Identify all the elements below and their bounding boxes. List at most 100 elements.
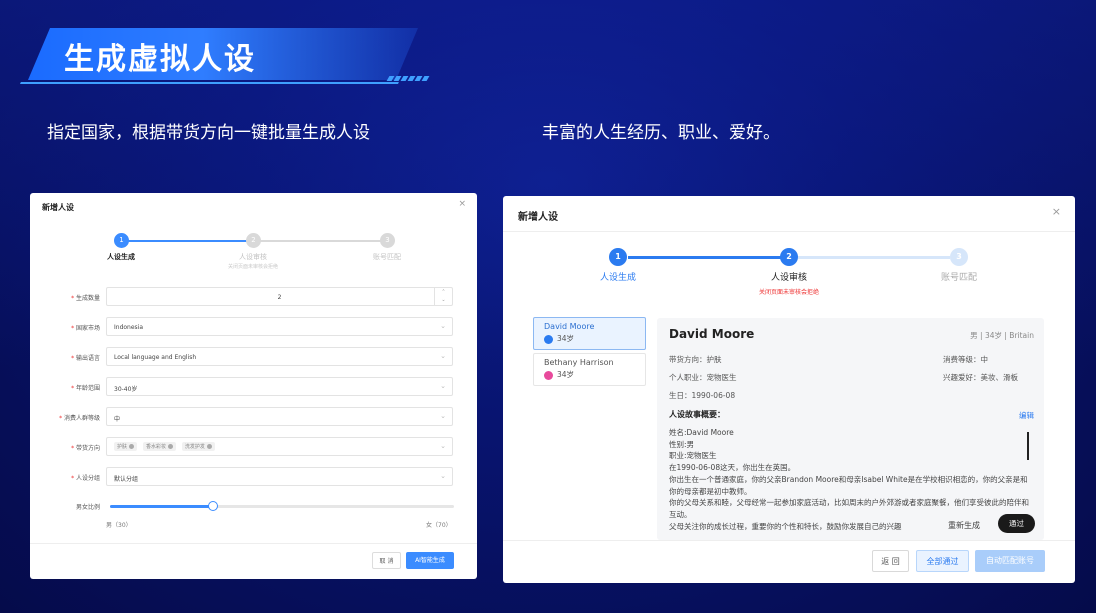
person-name: David Moore [544,322,595,331]
subtitle-right: 丰富的人生经历、职业、爱好。 [542,123,780,143]
back-button[interactable]: 返 回 [872,550,909,572]
market-value: Indonesia [114,324,144,331]
detail-name: David Moore [669,327,755,341]
language-row: * 输出语言 Local language and English ⌄ [30,347,477,367]
age-label: 年龄范围 [75,385,100,392]
ratio-slider-fill [110,505,214,508]
dialog-title: 新增人设 [42,203,74,212]
male-ratio-label: 男（30） [106,522,132,529]
story-line: 职业:宠物医生 [669,451,717,461]
step-2-dot: 2 [246,233,261,248]
direction-tag[interactable]: 护肤 [114,442,138,451]
chevron-down-icon: ⌄ [440,382,446,390]
step-1-label: 人设生成 [599,273,636,283]
dialog-footer: 取 消 AI智能生成 [30,543,477,579]
detail-direction: 带货方向：护肤 [669,355,722,364]
consumer-select[interactable]: 中 ⌄ [106,407,453,426]
direction-tag[interactable]: 洗发护发 [181,442,215,451]
step-line-1 [128,240,253,242]
step-3-label: 账号匹配 [373,253,401,261]
ratio-label: 男女比例 [75,504,100,511]
scrollbar-thumb[interactable] [1027,432,1029,460]
story-line: 性别:男 [669,439,695,449]
person-age: 34岁 [557,370,575,379]
step-line-2 [798,256,950,259]
pass-all-button[interactable]: 全部通过 [916,550,969,572]
market-select[interactable]: Indonesia ⌄ [106,317,453,336]
person-card[interactable]: David Moore 34岁 [533,317,646,350]
count-row: * 生成数量 2 ⌃ ⌄ [30,287,477,307]
person-name: Bethany Harrison [544,358,614,367]
slide-title: 生成虚拟人设 [64,42,256,77]
story-line: 你出生在一个普通家庭，你的父亲Brandon Moore和母亲Isabel Wh… [669,474,1028,496]
close-icon[interactable]: × [458,199,466,209]
story-line: 在1990-06-08这天，你出生在英国。 [669,463,796,473]
detail-meta: 男 | 34岁 | Britain [970,331,1034,340]
add-persona-dialog-right: 新增人设 × 1 2 3 人设生成 人设审核 关闭页面未审核会拒绝 账号匹配 D… [503,196,1075,583]
banner-stripes [386,76,430,81]
count-stepper[interactable]: 2 ⌃ ⌄ [106,287,453,306]
age-row: * 年龄范围 30-40岁 ⌄ [30,377,477,397]
chevron-down-icon: ⌄ [440,442,446,450]
detail-consumer-level: 消费等级：中 [943,355,988,364]
group-label: 人设分组 [75,475,100,482]
ai-generate-button[interactable]: AI智能生成 [406,552,454,569]
detail-occupation: 个人职业：宠物医生 [669,373,737,382]
direction-label: 带货方向 [75,445,100,452]
close-icon[interactable]: × [1052,205,1061,218]
language-value: Local language and English [114,354,197,361]
direction-row: * 带货方向 护肤 香水彩妆 洗发护发 ⌄ [30,437,477,457]
step-1-label: 人设生成 [107,253,135,261]
persona-detail: David Moore 男 | 34岁 | Britain 带货方向：护肤 消费… [657,318,1044,540]
chevron-down-icon: ⌄ [440,412,446,420]
step-2-dot: 2 [780,248,798,266]
person-card[interactable]: Bethany Harrison 34岁 [533,353,646,386]
regenerate-button[interactable]: 重新生成 [944,518,984,533]
language-label: 输出语言 [75,355,100,362]
direction-tag[interactable]: 香水彩妆 [142,442,176,451]
story-line: 姓名:David Moore [669,428,734,437]
subtitle-left: 指定国家，根据带货方向一键批量生成人设 [47,123,370,143]
step-3-label: 账号匹配 [940,273,977,283]
dialog-title: 新增人设 [518,212,558,223]
ratio-slider-thumb[interactable] [208,501,219,511]
step-2-hint: 关闭页面未审核会拒绝 [227,264,278,270]
language-select[interactable]: Local language and English ⌄ [106,347,453,366]
detail-birthday: 生日：1990-06-08 [669,391,736,400]
step-2-hint: 关闭页面未审核会拒绝 [758,289,819,296]
detail-hobbies: 兴趣爱好：美妆、滑板 [943,373,1018,382]
chevron-down-icon: ⌄ [440,472,446,480]
direction-multiselect[interactable]: 护肤 香水彩妆 洗发护发 ⌄ [106,437,453,456]
market-row: * 国家市场 Indonesia ⌄ [30,317,477,337]
female-ratio-label: 女（70） [426,522,452,529]
group-row: * 人设分组 默认分组 ⌄ [30,467,477,487]
auto-match-button[interactable]: 自动匹配账号 [975,550,1045,572]
consumer-value: 中 [114,416,121,423]
dialog-footer: 返 回 全部通过 自动匹配账号 [503,540,1075,583]
step-1-dot: 1 [609,248,627,266]
story-section-title: 人设故事概要： [669,410,725,419]
female-icon [544,370,553,380]
ratio-slider[interactable] [110,501,454,511]
step-2-label: 人设审核 [770,273,807,283]
age-value: 30-40岁 [114,386,138,393]
count-value: 2 [277,294,282,301]
step-3-dot: 3 [380,233,395,248]
group-select[interactable]: 默认分组 ⌄ [106,467,453,486]
chevron-down-icon: ⌄ [440,322,446,330]
pass-button[interactable]: 通过 [998,514,1035,533]
cancel-button[interactable]: 取 消 [372,552,401,569]
step-3-dot: 3 [950,248,968,266]
add-persona-dialog-left: 新增人设 × 1 2 3 人设生成 人设审核 关闭页面未审核会拒绝 账号匹配 *… [30,193,477,579]
edit-link[interactable]: 编辑 [1019,410,1034,421]
count-label: 生成数量 [75,295,100,302]
step-2-label: 人设审核 [239,253,267,261]
consumer-row: * 消费人群等级 中 ⌄ [30,407,477,427]
stepper-arrows[interactable]: ⌃ ⌄ [434,288,452,305]
step-line-1 [628,256,788,259]
age-select[interactable]: 30-40岁 ⌄ [106,377,453,396]
step-line-2 [260,240,385,242]
divider [503,231,1075,232]
male-icon [544,334,553,344]
step-1-dot: 1 [114,233,129,248]
